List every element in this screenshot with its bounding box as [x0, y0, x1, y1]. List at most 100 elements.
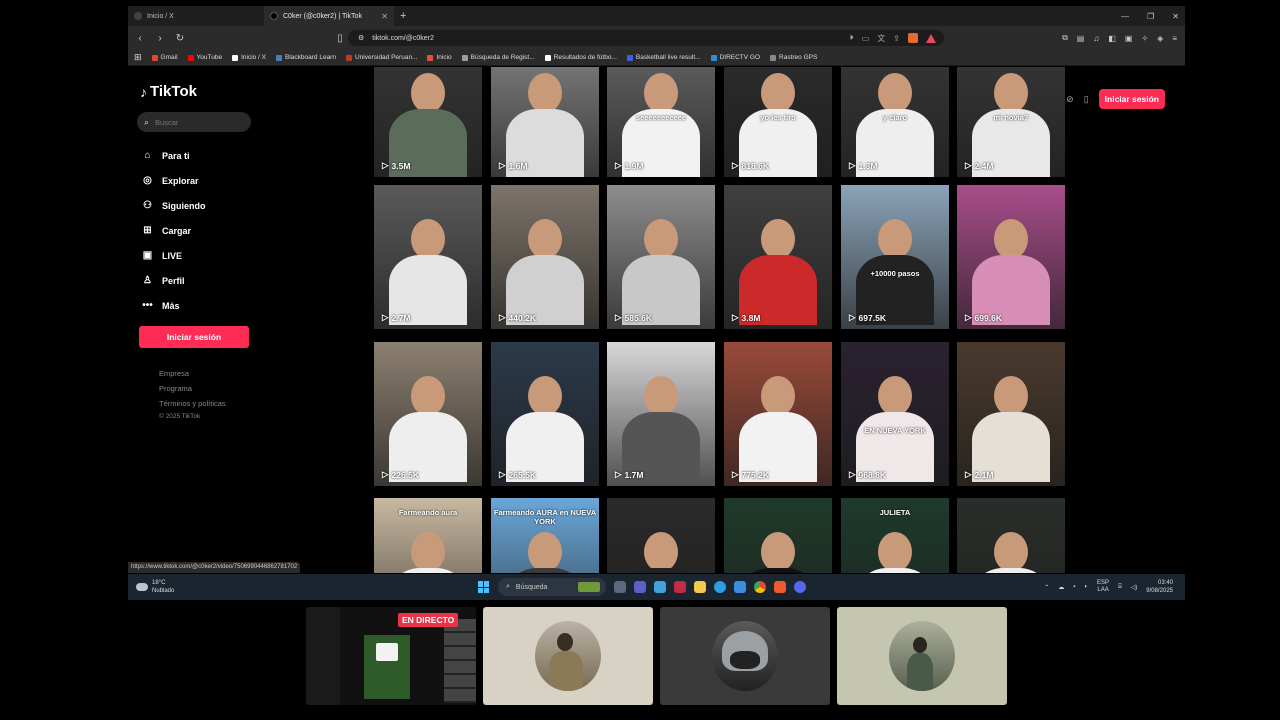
reload-icon[interactable]: ↻	[172, 33, 188, 44]
mobile-app-icon[interactable]: ▯	[1084, 94, 1089, 105]
video-thumbnail[interactable]: Farmeando AURA en NUEVA YORK	[491, 498, 599, 573]
maximize-icon[interactable]: ❐	[1147, 12, 1154, 21]
video-thumbnail[interactable]: ▷ 2.7M	[374, 185, 482, 329]
login-button[interactable]: Iniciar sesión	[139, 326, 249, 348]
bookmark-item[interactable]: Blackboard Learn	[276, 54, 336, 61]
taskbar-search[interactable]: ⌕ Búsqueda	[498, 578, 606, 596]
weather-widget[interactable]: 18°C Nublado	[136, 579, 174, 595]
video-thumbnail[interactable]: ▷ 585.6K	[607, 185, 715, 329]
bookmark-item[interactable]: YouTube	[187, 54, 222, 61]
video-thumbnail[interactable]: ▷ 775.2K	[724, 342, 832, 486]
video-thumbnail[interactable]: yo les tiro ▷ 818.6K	[724, 67, 832, 177]
close-tab-icon[interactable]: ✕	[381, 12, 388, 21]
minimize-icon[interactable]: —	[1121, 12, 1129, 21]
brave-shields-icon[interactable]	[908, 33, 918, 43]
teams-icon[interactable]	[634, 581, 646, 593]
footer-link[interactable]: Programa	[159, 381, 226, 396]
video-thumbnail[interactable]: JULIETA	[841, 498, 949, 573]
video-thumbnail[interactable]: EN NUEVA YORK ▷ 968.8K	[841, 342, 949, 486]
video-thumbnail[interactable]: ▷ 265.5K	[491, 342, 599, 486]
bookmark-item[interactable]: Búsqueda de Regist...	[461, 54, 535, 61]
video-thumbnail[interactable]: mi novia? ▷ 2.4M	[957, 67, 1065, 177]
windows-start-icon[interactable]	[478, 581, 490, 593]
video-thumbnail[interactable]: ▷ 3.8M	[724, 185, 832, 329]
translate-icon[interactable]: 文	[877, 33, 885, 44]
task-view-icon[interactable]	[614, 581, 626, 593]
video-thumbnail[interactable]: Farmeando aura	[374, 498, 482, 573]
extensions-icon[interactable]: ⧉	[1062, 33, 1068, 43]
wallet-icon[interactable]: ▣	[1125, 34, 1133, 43]
close-window-icon[interactable]: ✕	[1172, 12, 1179, 21]
sidebar-item-live[interactable]: ▣ LIVE	[141, 243, 206, 268]
sidebar-icon[interactable]: ◧	[1108, 34, 1116, 43]
video-thumbnail[interactable]	[607, 498, 715, 573]
copilot-icon[interactable]	[654, 581, 666, 593]
video-thumbnail[interactable]: ▷ 226.5K	[374, 342, 482, 486]
tray-app-icon[interactable]: ◐	[1084, 584, 1088, 590]
bookmark-item[interactable]: Inicio	[427, 54, 452, 61]
bookmark-item[interactable]: Basketball live result...	[626, 54, 701, 61]
volume-icon[interactable]: ◁)	[1131, 584, 1138, 591]
video-thumbnail[interactable]	[957, 498, 1065, 573]
bookmark-item[interactable]: Inicio / X	[232, 54, 266, 61]
share-icon[interactable]: ⇪	[893, 34, 900, 43]
sidebar-item-perfil[interactable]: ♙ Perfil	[141, 268, 206, 293]
menu-icon[interactable]: ≡	[1172, 34, 1177, 43]
bookmark-item[interactable]: Gmail	[151, 54, 178, 61]
chrome-icon[interactable]	[754, 581, 766, 593]
language-indicator[interactable]: ESP LAA	[1097, 580, 1109, 594]
media-icon[interactable]: ⏵	[850, 33, 854, 43]
video-thumbnail[interactable]: +10000 pasos ▷ 697.5K	[841, 185, 949, 329]
sidebar-item-explorar[interactable]: ◎ Explorar	[141, 168, 206, 193]
back-icon[interactable]: ‹	[132, 33, 148, 44]
address-bar[interactable]: ⚙ tiktok.com/@c0ker2 ⏵ ▭ 文 ⇪	[348, 30, 944, 46]
bookmark-icon[interactable]: ▯	[332, 33, 348, 44]
video-thumbnail[interactable]: ▷ 699.6K	[957, 185, 1065, 329]
chevron-up-icon[interactable]: ⌃	[1044, 584, 1049, 591]
video-thumbnail[interactable]: ▷ 440.2K	[491, 185, 599, 329]
apps-grid-icon[interactable]: ⊞	[134, 52, 142, 63]
video-thumbnail[interactable]	[724, 498, 832, 573]
bookmark-item[interactable]: Universidad Peruan...	[345, 54, 417, 61]
music-icon[interactable]: ♫	[1093, 34, 1099, 43]
bookmark-item[interactable]: Rastreo GPS	[770, 54, 817, 61]
sidebar-item-para-ti[interactable]: ⌂ Para ti	[141, 143, 206, 168]
bookmark-item[interactable]: Resultados de fútbo...	[544, 54, 617, 61]
footer-link[interactable]: Empresa	[159, 366, 226, 381]
search-input[interactable]: ⌕ Buscar	[137, 112, 251, 132]
footer-link[interactable]: Términos y políticas	[159, 396, 226, 411]
video-thumbnail[interactable]: y claro ▷ 1.3M	[841, 67, 949, 177]
video-thumbnail[interactable]: ▷ 2.1M	[957, 342, 1065, 486]
sidebar-item-cargar[interactable]: ⊞ Cargar	[141, 218, 206, 243]
new-tab-button[interactable]: +	[400, 10, 406, 22]
file-explorer-icon[interactable]	[694, 581, 706, 593]
tab-tiktok[interactable]: C0ker (@c0ker2) | TikTok ✕	[264, 6, 394, 26]
forward-icon[interactable]: ›	[152, 33, 168, 44]
sidebar-item-siguiendo[interactable]: ⚇ Siguiendo	[141, 193, 205, 218]
header-login-button[interactable]: Iniciar sesión	[1098, 89, 1165, 109]
discord-icon[interactable]	[794, 581, 806, 593]
tab-x[interactable]: Inicio / X	[128, 6, 260, 26]
video-thumbnail[interactable]: ▷ 3.5M	[374, 67, 482, 177]
cast-icon[interactable]: ▭	[862, 34, 870, 43]
tiktok-logo[interactable]: ♪ TikTok	[140, 83, 197, 100]
brave-icon[interactable]	[774, 581, 786, 593]
video-thumbnail[interactable]: seeeeeeeeeee ▷ 1.9M	[607, 67, 715, 177]
coins-icon[interactable]: ⊘	[1066, 94, 1074, 105]
brave-rewards-icon[interactable]	[926, 33, 936, 43]
leo-icon[interactable]: ✧	[1141, 34, 1148, 43]
clock[interactable]: 03:40 9/08/2025	[1146, 579, 1173, 595]
bookmark-item[interactable]: DIRECTV GO	[710, 54, 760, 61]
tray-app-icon[interactable]: ☁	[1058, 584, 1064, 591]
tray-app-icon[interactable]: ▪	[1073, 584, 1075, 590]
network-icon[interactable]: ⌸	[1118, 584, 1122, 591]
reader-icon[interactable]: ▤	[1077, 34, 1085, 43]
vpn-icon[interactable]: ◈	[1157, 34, 1163, 43]
video-thumbnail[interactable]: ▷ 1.7M	[607, 342, 715, 486]
app-red-icon[interactable]	[674, 581, 686, 593]
site-info-icon[interactable]: ⚙	[358, 34, 364, 42]
store-icon[interactable]	[734, 581, 746, 593]
sidebar-item-m-s[interactable]: ••• Más	[141, 293, 206, 318]
edge-icon[interactable]	[714, 581, 726, 593]
video-thumbnail[interactable]: ▷ 1.6M	[491, 67, 599, 177]
